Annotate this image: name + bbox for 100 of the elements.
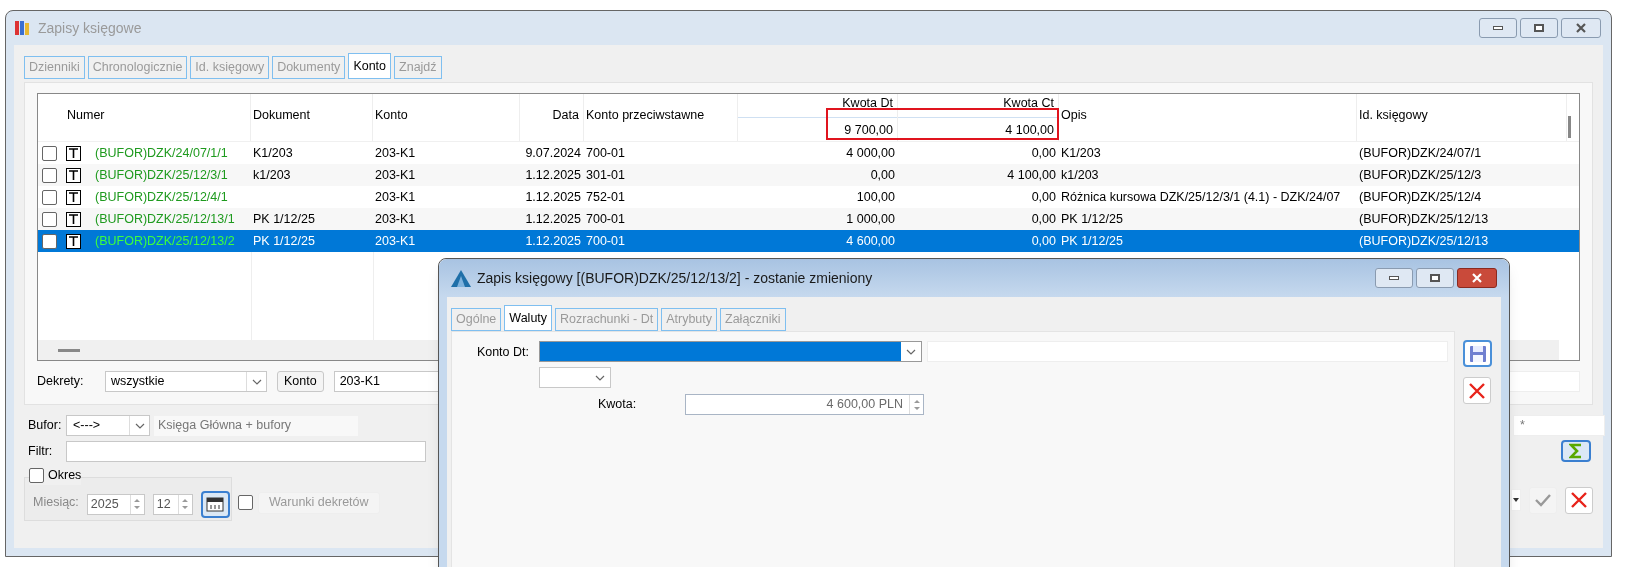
scroll-handle[interactable] — [58, 348, 80, 352]
chevron-down-icon — [134, 422, 145, 429]
window-title: Zapisy księgowe — [38, 18, 143, 38]
close-icon — [1471, 273, 1483, 283]
close-button[interactable] — [1457, 268, 1497, 288]
binders-icon — [14, 19, 32, 37]
table-cell-text: 0,00 — [1031, 144, 1056, 162]
table-cell-text: (BUFOR)DZK/25/12/4 — [1359, 188, 1482, 206]
table-row[interactable]: (BUFOR)DZK/25/12/3/1 k1/203 203-K1 1.12.2025 301-01 0,00 4 100,00 k1/203 (BUFOR)DZK/25/12/3 — [38, 164, 1579, 186]
table-cell-text: 9.07.2024 — [525, 144, 581, 162]
field-label: Miesiąc: — [33, 494, 79, 511]
text-type-icon — [66, 233, 81, 249]
table-cell-text: 1.12.2025 — [525, 166, 581, 184]
table-cell-text: 0,00 — [1031, 210, 1056, 228]
table-cell-text: 700-01 — [586, 210, 625, 228]
total-amount: 4 100,00 — [898, 117, 1058, 140]
table-cell-text: 4 100,00 — [1007, 166, 1056, 184]
close-button[interactable] — [1561, 18, 1601, 38]
table-cell-text: (BUFOR)DZK/24/07/1/1 — [95, 144, 228, 162]
column-header[interactable]: Data — [552, 106, 579, 141]
year-field[interactable]: 2025 — [86, 493, 145, 515]
filter-field[interactable] — [66, 440, 426, 462]
checkbox[interactable] — [238, 495, 253, 511]
checkmark-icon — [1535, 493, 1551, 508]
table-cell-text: (BUFOR)DZK/25/12/13 — [1359, 210, 1489, 228]
table-cell-text: PK 1/12/25 — [1061, 232, 1123, 250]
scroll-thumb[interactable] — [1568, 116, 1571, 138]
minimize-button[interactable] — [1375, 268, 1413, 288]
buffer-dropdown[interactable]: <---> — [66, 415, 150, 436]
table-cell-text: 0,00 — [1031, 232, 1056, 250]
column-header[interactable]: Numer — [67, 106, 105, 141]
field-label: Filtr: — [27, 442, 54, 460]
close-icon — [1575, 23, 1587, 33]
maximize-button[interactable] — [1520, 18, 1558, 38]
field-label: Kwota: — [598, 396, 638, 414]
table-cell-text: (BUFOR)DZK/25/12/13/1 — [95, 210, 235, 228]
minimize-button[interactable] — [1479, 18, 1517, 38]
table-cell-text: 1.12.2025 — [525, 232, 581, 250]
column-header[interactable]: Konto przeciwstawne — [586, 106, 705, 141]
table-cell-text: (BUFOR)DZK/25/12/13/2 — [95, 232, 235, 250]
table-cell-text: 752-01 — [586, 188, 625, 206]
table-cell-text: 1.12.2025 — [525, 210, 581, 228]
column-header[interactable]: Konto — [375, 106, 408, 141]
spinner-icon[interactable] — [181, 497, 190, 512]
column-header[interactable]: Dokument — [253, 106, 310, 141]
checkbox[interactable] — [42, 145, 57, 161]
table-cell-text: 203-K1 — [375, 166, 416, 184]
column-header[interactable]: Kwota Dt — [738, 94, 897, 112]
text-type-icon — [66, 145, 81, 161]
table-cell-text: 4 600,00 — [846, 232, 895, 250]
table-cell-text: (BUFOR)DZK/25/12/3/1 — [95, 166, 228, 184]
save-button[interactable] — [1463, 340, 1492, 367]
table-cell-text: PK 1/12/25 — [253, 210, 315, 228]
table-cell-text: K1/203 — [253, 144, 293, 162]
table-cell-text: K1/203 — [1061, 144, 1101, 162]
text-type-icon — [66, 167, 81, 183]
cancel-button[interactable] — [1463, 377, 1491, 404]
field-label: Dekrety: — [37, 373, 85, 391]
table-cell-text: (BUFOR)DZK/25/12/3 — [1359, 166, 1482, 184]
table-cell-text: 301-01 — [586, 166, 625, 184]
entries-dropdown[interactable]: wszystkie — [105, 371, 267, 392]
table-cell-text: PK 1/12/25 — [253, 232, 315, 250]
table-cell-text: 203-K1 — [375, 188, 416, 206]
mask-field[interactable]: * — [1513, 415, 1605, 436]
table-cell-text: 1.12.2025 — [525, 188, 581, 206]
table-row[interactable]: (BUFOR)DZK/25/12/13/2 PK 1/12/25 203-K1 1.12.2025 700-01 4 600,00 0,00 PK 1/12/25 (BUFOR)DZK/25/12/13 — [38, 230, 1579, 252]
table-cell-text: Różnica kursowa DZK/25/12/3/1 (4.1) - DZK/24/07 — [1061, 188, 1341, 206]
column-header[interactable]: Opis — [1061, 106, 1087, 141]
column-header[interactable]: Id. księgowy — [1359, 106, 1428, 141]
table-cell-text: 0,00 — [870, 166, 895, 184]
account-button[interactable]: Konto — [277, 371, 324, 392]
month-field[interactable]: 12 — [152, 493, 193, 515]
cross-icon — [1570, 491, 1588, 510]
spinner-icon[interactable] — [133, 497, 142, 512]
table-row[interactable]: (BUFOR)DZK/25/12/13/1 PK 1/12/25 203-K1 1.12.2025 700-01 1 000,00 0,00 PK 1/12/25 (BUFOR)DZK/25/12/13 — [38, 208, 1579, 230]
table-cell-text: PK 1/12/25 — [1061, 210, 1123, 228]
checkbox[interactable] — [29, 467, 44, 483]
amount-field[interactable]: 4 600,00 PLN — [685, 394, 924, 415]
checkbox[interactable] — [42, 211, 57, 227]
confirm-button[interactable] — [1529, 486, 1557, 514]
table-cell-text: (BUFOR)DZK/25/12/13 — [1359, 232, 1489, 250]
maximize-button[interactable] — [1416, 268, 1454, 288]
column-header[interactable]: Kwota Ct — [898, 94, 1058, 112]
checkbox[interactable] — [42, 167, 57, 183]
cancel-button[interactable] — [1565, 486, 1593, 514]
tab[interactable]: Konto — [348, 53, 392, 79]
table-cell-text: (BUFOR)DZK/24/07/1 — [1359, 144, 1482, 162]
checkbox[interactable] — [42, 189, 57, 205]
table-cell-text: 100,00 — [856, 188, 895, 206]
table-cell-text: k1/203 — [1061, 166, 1099, 184]
table-cell-text: 203-K1 — [375, 232, 416, 250]
triangle-logo-icon — [451, 269, 471, 287]
calendar-button[interactable] — [200, 490, 230, 518]
table-cell-text: (BUFOR)DZK/25/12/4/1 — [95, 188, 228, 206]
account-dropdown[interactable] — [539, 341, 922, 362]
spinner-icon[interactable] — [912, 397, 921, 412]
sum-button[interactable] — [1561, 440, 1591, 462]
checkbox[interactable] — [42, 233, 57, 249]
chevron-down-icon — [906, 348, 916, 355]
tab[interactable]: Waluty — [504, 305, 553, 331]
